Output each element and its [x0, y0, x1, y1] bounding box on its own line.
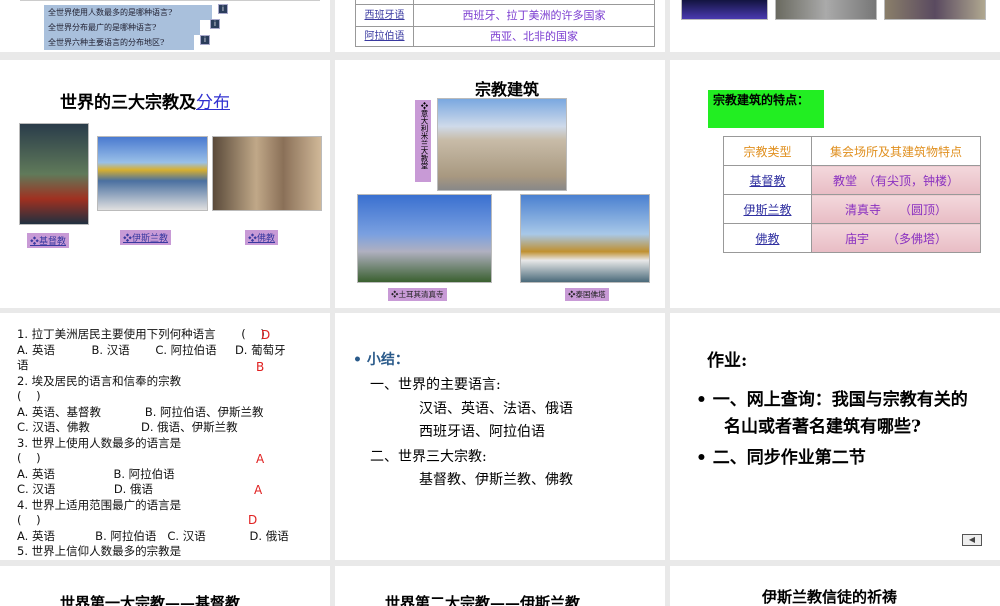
slide-thumbnail-3[interactable]: [670, 0, 1000, 52]
language-table: 西班牙语 西班牙、拉丁美洲的许多国家 阿拉伯语 西亚、北非的国家: [355, 4, 655, 47]
slide-title: 世界第二大宗教——伊斯兰教: [385, 594, 581, 606]
slide-title: 伊斯兰教信徒的祈祷: [762, 588, 898, 606]
table-header-row: 宗教类型 集会场所及其建筑物特点: [723, 136, 981, 166]
religion-link[interactable]: 佛教: [723, 223, 812, 253]
quiz-line: C. 汉语、佛教 D. 俄语、伊斯兰教: [17, 420, 238, 434]
quiz-line: 2. 埃及居民的语言和信奉的宗教: [17, 373, 182, 388]
quiz-line: A. 英语 B. 汉语 C. 阿拉伯语 D. 葡萄牙: [17, 342, 286, 357]
question-button-2[interactable]: 全世界分布最广的是哪种语言?: [44, 20, 200, 35]
milan-cathedral-label: ❖意大利米兰大教堂: [415, 100, 431, 182]
title-text: 世界的三大宗教及: [60, 93, 196, 113]
answer-mark: D: [248, 513, 258, 527]
summary-line: 汉语、英语、法语、俄语: [419, 401, 573, 417]
religion-link[interactable]: 基督教: [723, 165, 812, 195]
architecture-table: 宗教类型 集会场所及其建筑物特点 基督教 教堂 （有尖顶，钟楼） 伊斯兰教 清真寺 （…: [723, 136, 981, 253]
feature-cell: 教堂 （有尖顶，钟楼）: [811, 165, 981, 195]
quiz-line: 3. 世界上使用人数最多的语言是: [17, 435, 182, 450]
summary-line: 一、世界的主要语言:: [370, 377, 501, 393]
table-row: 基督教 教堂 （有尖顶，钟楼）: [723, 165, 981, 195]
slide-thumbnail-9[interactable]: 作业: • 一、网上查询：我国与宗教有关的名山或者著名建筑有哪些? • 二、同步…: [670, 313, 1000, 560]
feature-cell: 庙宇 （多佛塔）: [811, 223, 981, 253]
christianity-link[interactable]: ❖基督教: [27, 233, 70, 248]
dome-of-rock-photo: [97, 136, 208, 211]
quiz-line: 语: [17, 358, 29, 372]
summary-bullet: • 小结：: [353, 352, 409, 368]
homework-item: • 一、网上查询：我国与宗教有关的名山或者著名建筑有哪些?: [696, 390, 968, 437]
slide-thumbnail-11[interactable]: 世界第二大宗教——伊斯兰教: [335, 566, 665, 606]
back-button[interactable]: ◀: [962, 534, 982, 546]
thai-pagoda-label: ❖泰国佛塔: [565, 288, 609, 301]
slide-thumbnail-10[interactable]: 世界第一大宗教——基督教: [0, 566, 330, 606]
quiz-line: A. 英语、基督教 B. 阿拉伯语、伊斯兰教: [17, 404, 264, 419]
quiz-line: A. 英语 B. 阿拉伯语 C. 汉语 D. 俄语: [17, 528, 289, 543]
slide-thumbnail-7[interactable]: 1. 拉丁美洲居民主要使用下列何种语言 ( ) A. 英语 B. 汉语 C. 阿…: [0, 313, 330, 560]
quiz-line: ( ): [17, 389, 41, 403]
quiz-line: 5. 世界上信仰人数最多的宗教是: [17, 544, 182, 558]
table-row: 伊斯兰教 清真寺 （圆顶）: [723, 194, 981, 224]
slide-thumbnail-1[interactable]: 全世界使用人数最多的是哪种语言? i 全世界分布最广的是哪种语言? i 全世界六…: [0, 0, 330, 52]
language-link[interactable]: 西班牙语: [355, 4, 414, 27]
homework-title: 作业:: [707, 351, 748, 371]
turkish-mosque-label: ❖土耳其清真寺: [388, 288, 447, 301]
quiz-line: 4. 世界上适用范围最广的语言是: [17, 497, 182, 512]
summary-line: 基督教、伊斯兰教、佛教: [419, 472, 573, 488]
homework-item: • 二、同步作业第二节: [696, 448, 866, 468]
distribution-link[interactable]: 分布: [196, 93, 230, 113]
slide-thumbnail-2[interactable]: 西班牙语 西班牙、拉丁美洲的许多国家 阿拉伯语 西亚、北非的国家: [335, 0, 665, 52]
slide-title: 世界的三大宗教及分布: [60, 88, 230, 113]
region-cell: 西亚、北非的国家: [413, 26, 655, 47]
summary-line: 西班牙语、阿拉伯语: [419, 424, 545, 440]
quiz-line: A. 英语 B. 阿拉伯语: [17, 466, 175, 481]
info-icon[interactable]: i: [210, 19, 220, 29]
feature-cell: 清真寺 （圆顶）: [811, 194, 981, 224]
thai-pagoda-photo: [520, 194, 650, 283]
slide-thumbnail-5[interactable]: 宗教建筑 ❖意大利米兰大教堂 ❖土耳其清真寺 ❖泰国佛塔: [335, 60, 665, 308]
summary-line: 二、世界三大宗教:: [370, 449, 487, 465]
photo-street: [775, 0, 877, 20]
answer-mark: B: [256, 360, 265, 374]
divider: [20, 0, 320, 1]
table-row: 西班牙语 西班牙、拉丁美洲的许多国家: [355, 4, 655, 27]
heading-box: 宗教建筑的特点：: [708, 90, 824, 128]
question-button-3[interactable]: 全世界六种主要语言的分布地区?: [44, 35, 194, 50]
turkish-mosque-photo: [357, 194, 492, 283]
info-icon[interactable]: i: [218, 4, 228, 14]
slide-thumbnail-8[interactable]: • 小结： 一、世界的主要语言: 汉语、英语、法语、俄语 西班牙语、阿拉伯语 二…: [335, 313, 665, 560]
slide-thumbnail-12[interactable]: 伊斯兰教信徒的祈祷: [670, 566, 1000, 606]
quiz-line: 1. 拉丁美洲居民主要使用下列何种语言 ( ): [17, 327, 265, 341]
table-row: 阿拉伯语 西亚、北非的国家: [355, 26, 655, 47]
answer-mark: A: [256, 452, 265, 466]
slide-title: 宗教建筑: [475, 80, 540, 99]
answer-mark: A: [254, 483, 263, 497]
slide-thumbnail-4[interactable]: 世界的三大宗教及分布 ❖基督教 ❖伊斯兰教 ❖佛教: [0, 60, 330, 308]
buddha-statue-photo: [212, 136, 322, 211]
photo-night-scene: [681, 0, 768, 20]
question-button-1[interactable]: 全世界使用人数最多的是哪种语言?: [44, 5, 212, 20]
header-cell: 集会场所及其建筑物特点: [811, 136, 981, 166]
islam-link[interactable]: ❖伊斯兰教: [120, 230, 172, 245]
answer-mark: D: [261, 328, 271, 342]
table-row: 佛教 庙宇 （多佛塔）: [723, 223, 981, 253]
milan-cathedral-photo: [437, 98, 567, 191]
quiz-line: ( ): [17, 451, 41, 465]
photo-crowd: [884, 0, 986, 20]
quiz-line: ( ): [17, 513, 41, 527]
language-link[interactable]: 阿拉伯语: [355, 26, 414, 47]
quiz-line: C. 汉语 D. 俄语: [17, 482, 153, 496]
christianity-painting: [19, 123, 89, 225]
region-cell: 西班牙、拉丁美洲的许多国家: [413, 4, 655, 27]
slide-title: 世界第一大宗教——基督教: [60, 594, 241, 606]
religion-link[interactable]: 伊斯兰教: [723, 194, 812, 224]
slide-thumbnail-6[interactable]: 宗教建筑的特点： 宗教类型 集会场所及其建筑物特点 基督教 教堂 （有尖顶，钟楼） …: [670, 60, 1000, 308]
buddhism-link[interactable]: ❖佛教: [245, 230, 279, 245]
header-cell: 宗教类型: [723, 136, 812, 166]
info-icon[interactable]: i: [200, 35, 210, 45]
